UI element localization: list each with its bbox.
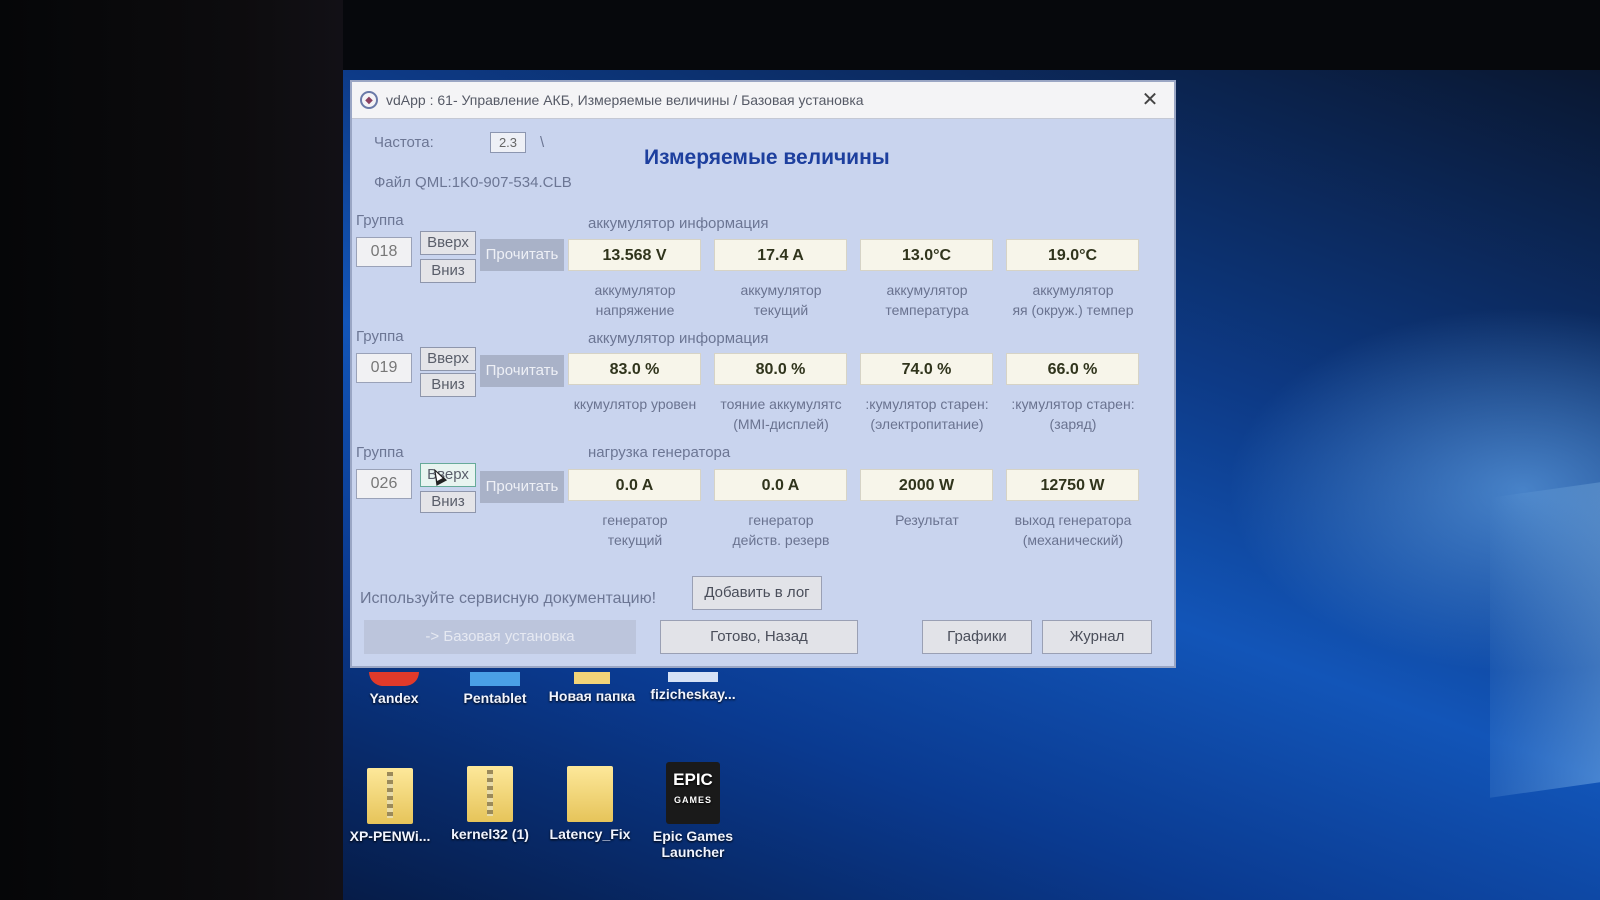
desktop-icon-label: XP-PENWi...	[349, 828, 431, 844]
field-caption: аккумулятор яя (окруж.) темпер	[1012, 282, 1134, 318]
desktop-icon-label: Новая папка	[548, 688, 636, 704]
desktop-icon-new-folder[interactable]: Новая папка	[542, 672, 642, 704]
desktop-icon-label: fizicheskay...	[650, 686, 736, 702]
group-number[interactable]: 026	[356, 469, 412, 499]
field-caption: аккумулятор текущий	[740, 282, 822, 318]
down-button[interactable]: Вниз	[420, 259, 476, 283]
value-field: 0.0 A	[568, 469, 701, 501]
desktop-icon-label: Pentablet	[463, 690, 527, 706]
field-caption: ккумулятор уровен	[573, 396, 697, 412]
field-caption: тояние аккумулятс (MMI-дисплей)	[720, 396, 842, 432]
pentablet-icon	[470, 672, 520, 686]
down-button[interactable]: Вниз	[420, 491, 476, 513]
up-button[interactable]: Вверх	[420, 463, 476, 487]
read-button[interactable]: Прочитать	[480, 239, 564, 271]
freq-value: 2.3	[490, 132, 526, 153]
value-field: 83.0 %	[568, 353, 701, 385]
group-header: аккумулятор информация	[588, 215, 769, 232]
field-caption: генератор действ. резерв	[732, 512, 830, 548]
value-field: 74.0 %	[860, 353, 993, 385]
title-bar[interactable]: ◆ vdApp : 61- Управление АКБ, Измеряемые…	[352, 82, 1174, 119]
yandex-icon	[369, 672, 419, 686]
desktop-icon-label: Latency_Fix	[549, 826, 631, 842]
desktop-icon-kernel32[interactable]: kernel32 (1)	[440, 766, 540, 842]
done-back-button[interactable]: Готово, Назад	[660, 620, 858, 654]
up-button[interactable]: Вверх	[420, 231, 476, 255]
desktop-icon-xp-penwin[interactable]: XP-PENWi...	[340, 768, 440, 844]
document-icon	[668, 672, 718, 682]
desktop-icon-yandex[interactable]: Yandex	[344, 672, 444, 706]
desktop-icon-label: Yandex	[369, 690, 419, 706]
group-header: аккумулятор информация	[588, 330, 769, 347]
field-caption: :кумулятор старен: (электропитание)	[865, 396, 989, 432]
field-caption: аккумулятор напряжение	[594, 282, 676, 318]
add-to-log-button[interactable]: Добавить в лог	[692, 576, 822, 610]
group-label: Группа	[356, 328, 404, 345]
zip-folder-icon	[467, 766, 513, 822]
desktop-icon-label-line2: Launcher	[661, 844, 725, 860]
value-field: 17.4 A	[714, 239, 847, 271]
group-number[interactable]: 019	[356, 353, 412, 383]
app-window: ◆ vdApp : 61- Управление АКБ, Измеряемые…	[350, 80, 1176, 668]
freq-mark: \	[540, 134, 545, 151]
value-field: 66.0 %	[1006, 353, 1139, 385]
folder-icon	[567, 766, 613, 822]
monitor-top-shade	[343, 0, 1600, 70]
window-title: vdApp : 61- Управление АКБ, Измеряемые в…	[386, 92, 864, 108]
value-field: 80.0 %	[714, 353, 847, 385]
group-label: Группа	[356, 444, 404, 461]
desktop-icon-epic-games[interactable]: EPIC GAMES Epic Games Launcher	[643, 762, 743, 860]
desktop-icon-pentablet[interactable]: Pentablet	[445, 672, 545, 706]
file-label: Файл QML:1K0-907-534.CLB	[374, 174, 572, 191]
group-label: Группа	[356, 212, 404, 229]
field-caption: аккумулятор температура	[885, 282, 969, 318]
value-field: 12750 W	[1006, 469, 1139, 501]
folder-icon	[574, 672, 610, 684]
desktop-icon-label: kernel32 (1)	[451, 826, 529, 842]
group-number[interactable]: 018	[356, 237, 412, 267]
desktop-icon-fizicheskay[interactable]: fizicheskay...	[643, 672, 743, 702]
desktop-icon-label: Epic Games	[652, 828, 734, 844]
read-button[interactable]: Прочитать	[480, 471, 564, 503]
monitor-bezel	[0, 0, 343, 900]
field-caption: генератор текущий	[602, 512, 668, 548]
graphs-button[interactable]: Графики	[922, 620, 1032, 654]
service-hint: Используйте сервисную документацию!	[360, 590, 657, 607]
zip-folder-icon	[367, 768, 413, 824]
journal-button[interactable]: Журнал	[1042, 620, 1152, 654]
read-button[interactable]: Прочитать	[480, 355, 564, 387]
value-field: 13.0°C	[860, 239, 993, 271]
down-button[interactable]: Вниз	[420, 373, 476, 397]
value-field: 19.0°C	[1006, 239, 1139, 271]
field-caption: Результат	[895, 512, 959, 528]
up-button[interactable]: Вверх	[420, 347, 476, 371]
field-caption: :кумулятор старен: (заряд)	[1011, 396, 1135, 432]
close-button[interactable]: ✕	[1136, 86, 1164, 114]
value-field: 2000 W	[860, 469, 993, 501]
basic-setting-button[interactable]: -> Базовая установка	[364, 620, 636, 654]
desktop-icon-latency-fix[interactable]: Latency_Fix	[540, 766, 640, 842]
group-header: нагрузка генератора	[588, 444, 731, 461]
freq-label: Частота:	[374, 134, 434, 151]
field-caption: выход генератора (механический)	[1014, 512, 1132, 548]
value-field: 0.0 A	[714, 469, 847, 501]
epic-games-icon: EPIC GAMES	[666, 762, 720, 824]
wallpaper-light	[1490, 482, 1600, 798]
page-title: Измеряемые величины	[644, 146, 890, 169]
app-icon: ◆	[360, 91, 378, 109]
value-field: 13.568 V	[568, 239, 701, 271]
